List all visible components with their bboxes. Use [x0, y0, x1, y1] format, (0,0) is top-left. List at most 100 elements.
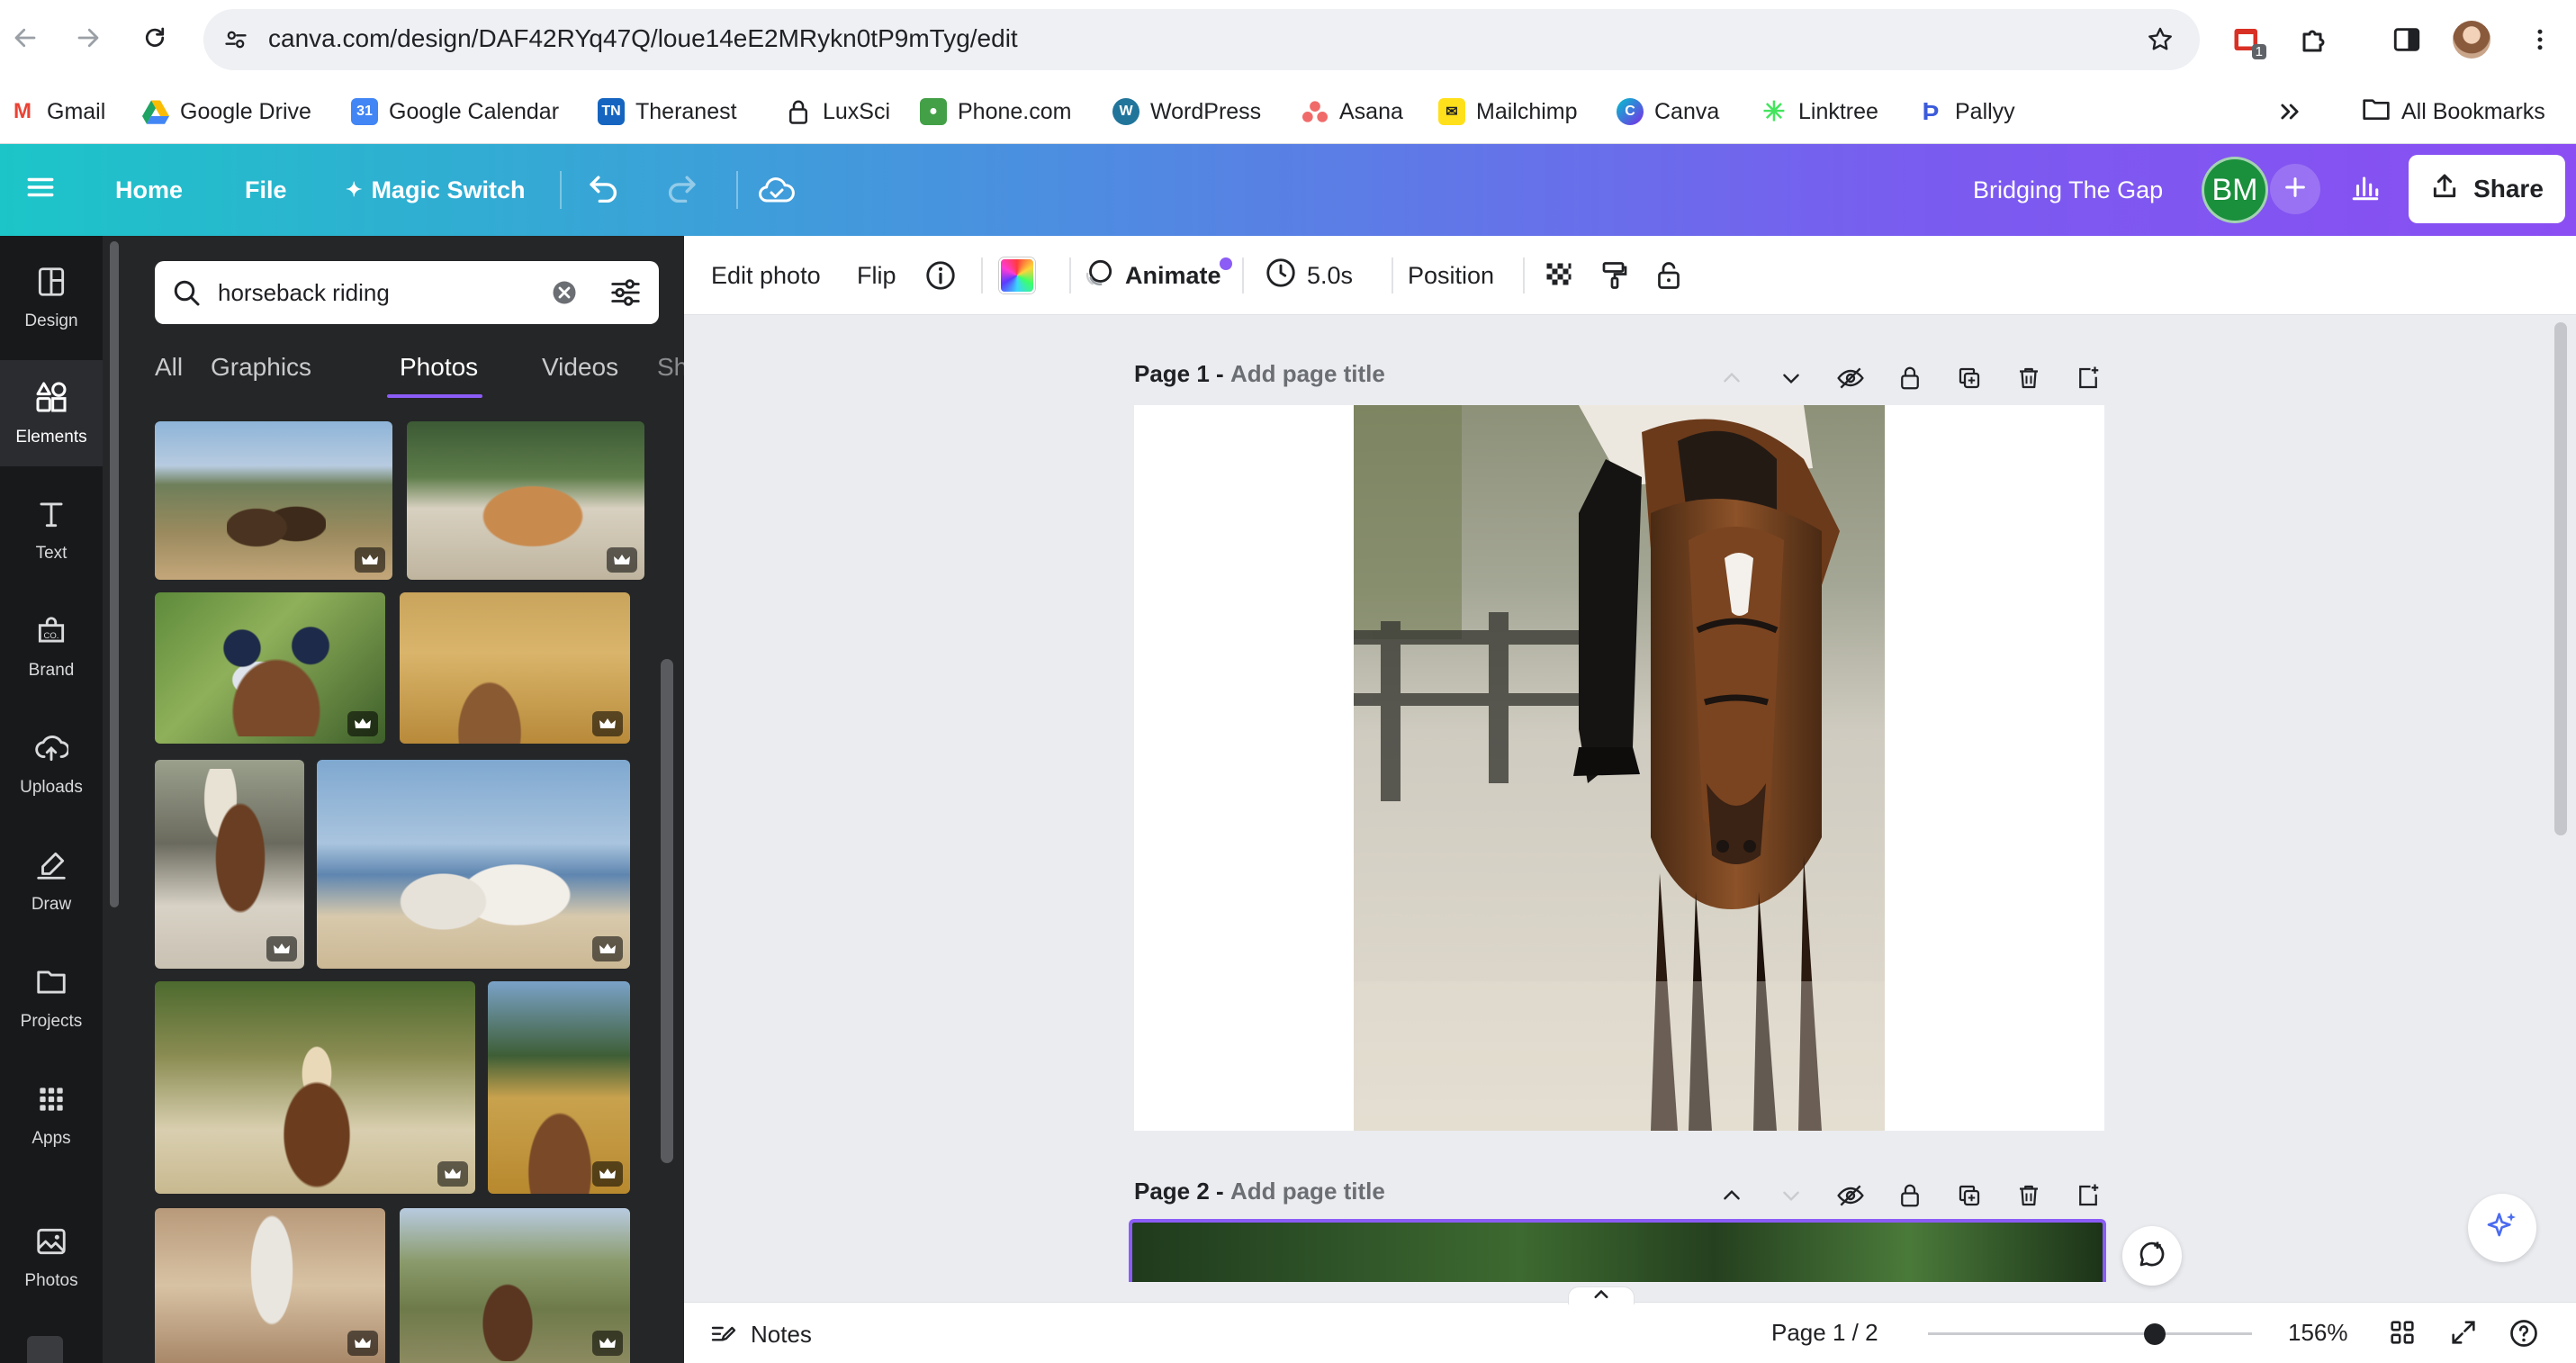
undo-button[interactable] [587, 167, 621, 212]
bookmark-mailchimp[interactable]: ✉ Mailchimp [1438, 92, 1578, 131]
photo-result[interactable] [155, 760, 304, 969]
tab-photos[interactable]: Photos [400, 353, 478, 382]
duration-button[interactable]: 5.0s [1264, 254, 1353, 297]
transparency-icon[interactable] [1543, 254, 1575, 297]
rail-item-projects[interactable]: Projects [0, 945, 103, 1052]
bookmark-gmail[interactable]: M Gmail [9, 92, 105, 131]
photo-result[interactable] [155, 1208, 385, 1363]
move-page-up-icon[interactable] [1716, 362, 1748, 394]
file-menu-button[interactable]: File [245, 167, 287, 212]
zoom-level[interactable]: 156% [2288, 1319, 2348, 1347]
rail-extra-item[interactable] [27, 1336, 63, 1363]
color-adjust-icon[interactable] [999, 254, 1035, 297]
rail-item-uploads[interactable]: Uploads [0, 711, 103, 817]
bookmark-pallyy[interactable]: Ϸ Pallyy [1917, 92, 2015, 131]
page-1-canvas[interactable] [1134, 405, 2104, 1131]
info-icon[interactable] [923, 254, 958, 297]
photo-result[interactable] [155, 592, 385, 744]
horse-photo[interactable] [1354, 405, 1885, 1131]
hide-page-eye-icon[interactable] [1834, 1179, 1867, 1212]
move-page-down-icon[interactable] [1775, 362, 1807, 394]
bookmark-phone-com[interactable]: ● Phone.com [920, 92, 1071, 131]
clear-search-icon[interactable] [551, 279, 578, 311]
rail-item-draw[interactable]: Draw [0, 828, 103, 934]
tab-graphics[interactable]: Graphics [211, 353, 311, 382]
photo-result[interactable] [488, 981, 630, 1194]
page-title-input[interactable]: Add page title [1230, 1178, 1385, 1205]
edit-photo-button[interactable]: Edit photo [711, 254, 821, 297]
tab-all[interactable]: All [155, 353, 183, 382]
zoom-slider-thumb[interactable] [2144, 1323, 2166, 1345]
home-button[interactable]: Home [115, 167, 183, 212]
rail-item-design[interactable]: Design [0, 245, 103, 351]
url-text[interactable]: canva.com/design/DAF42RYq47Q/loue14eE2MR… [268, 24, 1018, 53]
back-button[interactable] [5, 20, 45, 59]
position-button[interactable]: Position [1408, 254, 1494, 297]
delete-page-icon[interactable] [2013, 1179, 2045, 1212]
more-bookmarks-chevron-icon[interactable] [2277, 92, 2302, 131]
grid-view-icon[interactable] [2387, 1317, 2418, 1352]
help-icon[interactable] [2508, 1317, 2540, 1354]
copy-style-paint-roller-icon[interactable] [1599, 254, 1631, 297]
share-button[interactable]: Share [2409, 155, 2565, 223]
fullscreen-icon[interactable] [2448, 1317, 2479, 1352]
all-bookmarks-folder[interactable]: All Bookmarks [2362, 92, 2545, 131]
move-page-down-icon[interactable] [1775, 1179, 1807, 1212]
page-indicator[interactable]: Page 1 / 2 [1771, 1319, 1878, 1347]
address-bar[interactable]: canva.com/design/DAF42RYq47Q/loue14eE2MR… [203, 9, 2200, 70]
delete-page-icon[interactable] [2013, 362, 2045, 394]
duplicate-page-icon[interactable] [1953, 362, 1986, 394]
bookmark-theranest[interactable]: TN Theranest [598, 92, 737, 131]
photo-result[interactable] [155, 421, 392, 580]
bookmark-google-calendar[interactable]: 31 Google Calendar [351, 92, 559, 131]
side-panel-icon[interactable] [2385, 18, 2428, 61]
redo-button[interactable] [664, 167, 698, 212]
main-menu-button[interactable] [25, 167, 56, 212]
photo-result[interactable] [407, 421, 644, 580]
bookmark-luxsci[interactable]: LuxSci [785, 92, 890, 131]
add-collaborator-button[interactable] [2270, 164, 2320, 214]
avatar[interactable]: BM [2202, 157, 2268, 223]
photo-result[interactable] [400, 1208, 630, 1363]
canvas-scrollbar[interactable] [2554, 322, 2567, 835]
site-settings-icon[interactable] [216, 20, 256, 59]
rail-item-text[interactable]: Text [0, 477, 103, 583]
photo-result[interactable] [400, 592, 630, 744]
add-comment-button[interactable] [2122, 1226, 2182, 1286]
zoom-slider[interactable] [1928, 1323, 2252, 1345]
rail-item-elements[interactable]: Elements [0, 360, 103, 466]
page-2-canvas[interactable] [1129, 1219, 2106, 1282]
bookmark-canva[interactable]: C Canva [1617, 92, 1719, 131]
rail-item-apps[interactable]: Apps [0, 1062, 103, 1169]
hide-page-eye-icon[interactable] [1834, 362, 1867, 394]
photo-result[interactable] [155, 981, 475, 1194]
show-pages-toggle[interactable] [1568, 1286, 1635, 1304]
notes-button[interactable]: Notes [709, 1317, 812, 1352]
lock-page-icon[interactable] [1894, 1179, 1926, 1212]
duplicate-page-icon[interactable] [1953, 1179, 1986, 1212]
design-title[interactable]: Bridging The Gap [1973, 167, 2163, 212]
forest-photo[interactable] [1132, 1223, 2103, 1282]
bookmark-asana[interactable]: Asana [1302, 92, 1403, 131]
lock-icon[interactable] [1653, 254, 1685, 297]
search-input[interactable]: horseback riding [155, 261, 659, 324]
calendar-extension-icon[interactable]: 1 [2225, 18, 2268, 61]
move-page-up-icon[interactable] [1716, 1179, 1748, 1212]
insights-button[interactable] [2340, 164, 2391, 214]
bookmark-linktree[interactable]: ✳ Linktree [1761, 92, 1878, 131]
tab-videos[interactable]: Videos [542, 353, 618, 382]
filter-sliders-icon[interactable] [608, 275, 643, 314]
lock-page-icon[interactable] [1894, 362, 1926, 394]
browser-menu-icon[interactable] [2518, 18, 2562, 61]
magic-switch-button[interactable]: ✦ Magic Switch [346, 167, 525, 212]
canva-assistant-button[interactable] [2468, 1194, 2536, 1262]
save-status-cloud-icon[interactable] [758, 167, 796, 212]
reload-button[interactable] [135, 20, 175, 59]
page-title-input[interactable]: Add page title [1230, 360, 1385, 387]
add-page-icon[interactable] [2072, 1179, 2104, 1212]
results-scrollbar[interactable] [661, 659, 673, 1163]
animate-button[interactable]: Animate [1082, 254, 1232, 297]
forward-button[interactable] [68, 20, 108, 59]
bookmark-star-icon[interactable] [2140, 20, 2180, 59]
flip-button[interactable]: Flip [857, 254, 896, 297]
